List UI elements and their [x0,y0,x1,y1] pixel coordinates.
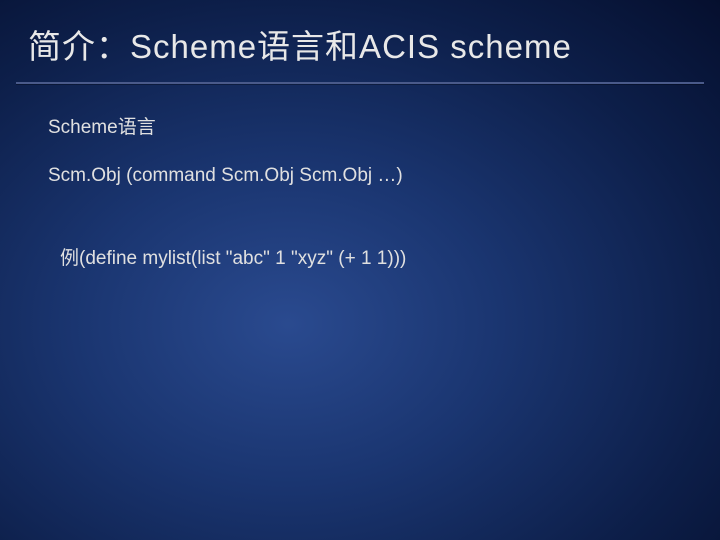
slide-title: 简介：Scheme语言和ACIS scheme [28,20,692,68]
title-bar: 简介：Scheme语言和ACIS scheme [0,0,720,82]
slide-container: 简介：Scheme语言和ACIS scheme Scheme语言 Scm.Obj… [0,0,720,540]
syntax-text: Scm.Obj (command Scm.Obj Scm.Obj …) [48,165,672,187]
subtitle-text: Scheme语言 [48,112,672,139]
example-text: 例(define mylist(list "abc" 1 "xyz" (+ 1 … [48,243,672,270]
slide-content: Scheme语言 Scm.Obj (command Scm.Obj Scm.Ob… [0,84,720,298]
